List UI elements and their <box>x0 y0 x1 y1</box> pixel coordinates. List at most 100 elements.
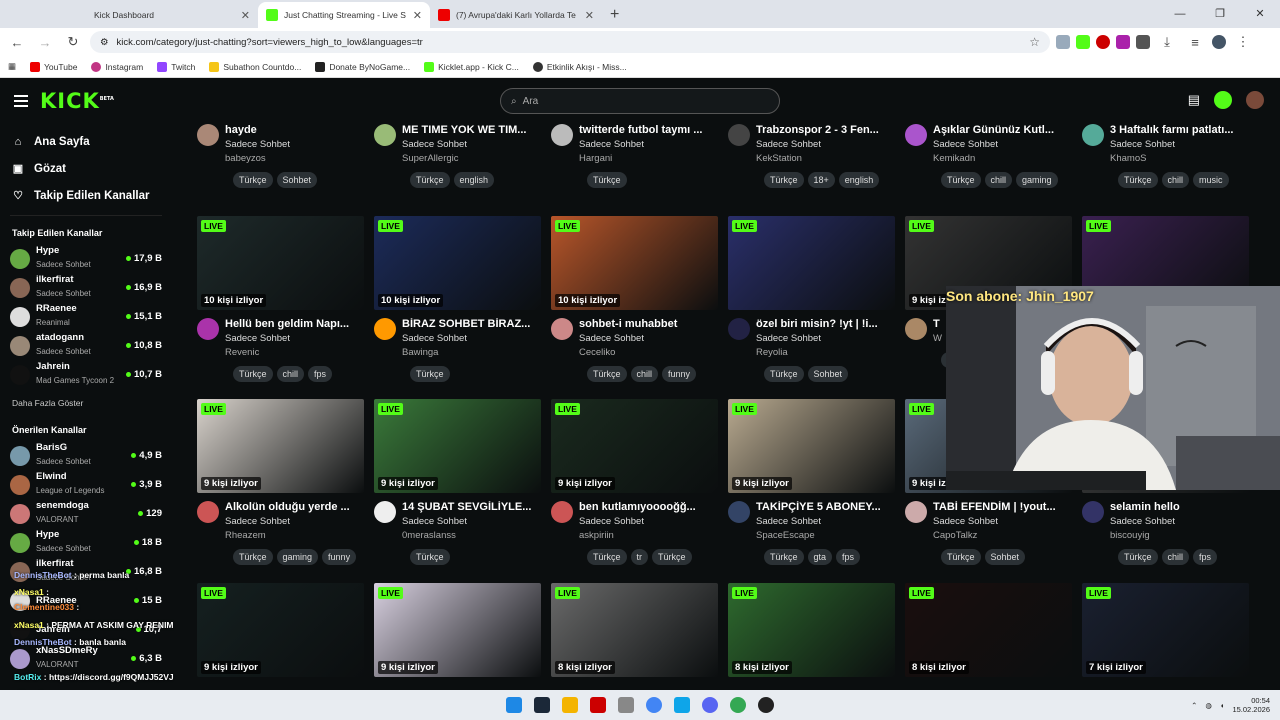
volume-icon[interactable]: ◖ <box>1220 701 1225 710</box>
extension-shield-icon[interactable] <box>1056 35 1070 49</box>
kick-logo[interactable]: KICKBETA <box>40 89 114 113</box>
new-tab-button[interactable]: + <box>602 2 627 28</box>
tab-just-chatting[interactable]: Just Chatting Streaming - Live S ✕ <box>258 2 430 28</box>
stream-thumbnail[interactable]: LIVE 10 kişi izliyor <box>551 216 718 310</box>
bookmark-star-icon[interactable]: ☆ <box>1029 35 1040 49</box>
tag[interactable]: Sohbet <box>807 366 849 382</box>
streamer-avatar[interactable] <box>374 501 396 523</box>
streamer-avatar[interactable] <box>905 501 927 523</box>
bookmark-etkinlik[interactable]: Etkinlik Akışı - Miss... <box>532 61 627 72</box>
stream-card[interactable]: LIVE 8 kişi izliyor <box>728 583 895 677</box>
bookmark-bynogame[interactable]: Donate ByNoGame... <box>315 61 410 72</box>
stream-card[interactable]: LIVE 10 kişi izliyor BİRAZ SOHBET BİRAZ...… <box>374 216 541 382</box>
sidebar-channel[interactable]: Hype Sadece Sohbet 17,9 B <box>0 244 172 273</box>
sidebar-channel[interactable]: Jahrein Mad Games Tycoon 2 10,7 B <box>0 360 172 389</box>
tag[interactable]: Türkçe <box>587 172 627 188</box>
streamer-avatar[interactable] <box>374 318 396 340</box>
stream-card[interactable]: LIVE 10 kişi izliyor sohbet-i muhabbet Sade… <box>551 216 718 382</box>
tag[interactable]: Türkçe <box>587 366 627 382</box>
bookmark-twitch[interactable]: Twitch <box>157 61 195 72</box>
stream-title[interactable]: Aşıklar Gününüz Kutl... <box>933 124 1072 136</box>
stream-category[interactable]: Sadece Sohbet <box>402 333 541 344</box>
profile-avatar[interactable] <box>1212 35 1226 49</box>
stream-thumbnail[interactable]: LIVE 9 kişi izliyor <box>197 399 364 493</box>
stream-category[interactable]: Sadece Sohbet <box>933 516 1072 527</box>
stream-title[interactable]: BİRAZ SOHBET BİRAZ... <box>402 318 541 330</box>
stream-card[interactable]: LIVE 9 kişi izliyor <box>374 583 541 677</box>
tag[interactable]: gta <box>807 549 833 565</box>
sidebar-channel[interactable]: BarisG Sadece Sohbet 4,9 B <box>0 441 172 470</box>
tag[interactable]: funny <box>662 366 697 382</box>
stream-title[interactable]: sohbet-i muhabbet <box>579 318 718 330</box>
tag[interactable]: chill <box>1161 172 1190 188</box>
tag[interactable]: english <box>838 172 880 188</box>
clock[interactable]: 00:54 15.02.2026 <box>1232 696 1270 715</box>
show-more-link[interactable]: Daha Fazla Göster <box>0 393 172 413</box>
streamer-avatar[interactable] <box>728 318 750 340</box>
tag[interactable]: Türkçe <box>410 366 450 382</box>
stream-card[interactable]: LIVE özel biri misin? !yt | !i... Sadece S… <box>728 216 895 382</box>
menu-dots-icon[interactable]: ⋮ <box>1232 34 1254 50</box>
stream-card[interactable]: twitterde futbol taymı ... Sadece Sohbet H… <box>551 122 718 188</box>
tag[interactable]: Türkçe <box>410 549 450 565</box>
tab-kick-dashboard[interactable]: Kick Dashboard ✕ <box>86 2 258 28</box>
tag[interactable]: fps <box>836 549 861 565</box>
tag[interactable]: english <box>453 172 495 188</box>
sidebar-channel[interactable]: Elwind League of Legends 3,9 B <box>0 470 172 499</box>
stream-category[interactable]: Sadece Sohbet <box>933 139 1072 150</box>
tag[interactable]: fps <box>308 366 333 382</box>
streamer-name[interactable]: askpiriin <box>579 530 718 541</box>
tag[interactable]: chill <box>630 366 659 382</box>
stream-thumbnail[interactable]: LIVE 9 kişi izliyor <box>374 399 541 493</box>
close-icon[interactable]: ✕ <box>241 9 250 22</box>
stream-title[interactable]: Alkolün olduğu yerde ... <box>225 501 364 513</box>
obs-icon[interactable] <box>758 697 774 713</box>
app-red-icon[interactable] <box>590 697 606 713</box>
extensions-puzzle-icon[interactable] <box>1136 35 1150 49</box>
forward-icon[interactable]: → <box>34 35 56 50</box>
sidebar-channel[interactable]: atadogann Sadece Sohbet 10,8 B <box>0 331 172 360</box>
chrome-alt-icon[interactable] <box>730 697 746 713</box>
streamer-avatar[interactable] <box>905 318 927 340</box>
stream-thumbnail[interactable]: LIVE 8 kişi izliyor <box>905 583 1072 677</box>
tag[interactable]: Türkçe <box>764 549 804 565</box>
user-avatar[interactable] <box>1246 91 1264 109</box>
nav-browse[interactable]: ▣ Gözat <box>0 155 172 182</box>
restore-icon[interactable]: ❐ <box>1200 0 1240 28</box>
bookmark-subathon[interactable]: Subathon Countdo... <box>209 61 301 72</box>
tag[interactable]: Türkçe <box>1118 172 1158 188</box>
stream-card[interactable]: Trabzonspor 2 - 3 Fen... Sadece Sohbet Kek… <box>728 122 895 188</box>
tag[interactable]: gaming <box>1016 172 1058 188</box>
stream-category[interactable]: Sadece Sohbet <box>756 333 895 344</box>
stream-thumbnail[interactable]: LIVE <box>728 216 895 310</box>
stream-title[interactable]: 3 Haftalık farmı patlatı... <box>1110 124 1249 136</box>
tag[interactable]: Türkçe <box>941 549 981 565</box>
close-icon[interactable]: ✕ <box>413 9 422 22</box>
stream-card[interactable]: LIVE 9 kişi izliyor <box>197 583 364 677</box>
stream-title[interactable]: twitterde futbol taymı ... <box>579 124 718 136</box>
tag[interactable]: Sohbet <box>276 172 318 188</box>
stream-thumbnail[interactable]: LIVE 9 kişi izliyor <box>551 399 718 493</box>
back-icon[interactable]: ← <box>6 35 28 50</box>
stream-card[interactable]: LIVE 7 kişi izliyor <box>1082 583 1249 677</box>
media-icon[interactable]: ≡ <box>1184 35 1206 50</box>
stream-title[interactable]: Trabzonspor 2 - 3 Fen... <box>756 124 895 136</box>
stream-card[interactable]: LIVE 8 kişi izliyor <box>905 583 1072 677</box>
reload-icon[interactable]: ↻ <box>62 34 84 50</box>
streamer-avatar[interactable] <box>374 124 396 146</box>
stream-card[interactable]: LIVE 8 kişi izliyor <box>551 583 718 677</box>
stream-card[interactable]: Aşıklar Gününüz Kutl... Sadece Sohbet Kemi… <box>905 122 1072 188</box>
nav-following[interactable]: ♡ Takip Edilen Kanallar <box>0 182 172 209</box>
stream-category[interactable]: Sadece Sohbet <box>756 139 895 150</box>
close-icon[interactable]: ✕ <box>585 9 594 22</box>
stream-thumbnail[interactable]: LIVE 10 kişi izliyor <box>197 216 364 310</box>
app-gray-icon[interactable] <box>618 697 634 713</box>
tag[interactable]: Türkçe <box>764 366 804 382</box>
stream-category[interactable]: Sadece Sohbet <box>1110 516 1249 527</box>
stream-title[interactable]: ME TIME YOK WE TIM... <box>402 124 541 136</box>
steam-icon[interactable] <box>534 697 550 713</box>
close-window-icon[interactable]: ✕ <box>1240 0 1280 28</box>
tag[interactable]: Türkçe <box>764 172 804 188</box>
stream-card[interactable]: LIVE 9 kişi izliyor Alkolün olduğu yerde .… <box>197 399 364 565</box>
streamer-name[interactable]: Reyolia <box>756 347 895 358</box>
